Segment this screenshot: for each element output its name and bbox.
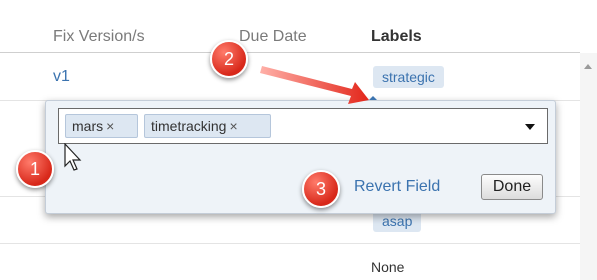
callout-badge-2: 2 [210,40,248,78]
callout-arrow-icon [260,66,369,104]
callout-badge-3: 3 [302,170,340,208]
callout-badge-1: 1 [16,150,54,188]
mouse-cursor-icon [64,143,82,171]
